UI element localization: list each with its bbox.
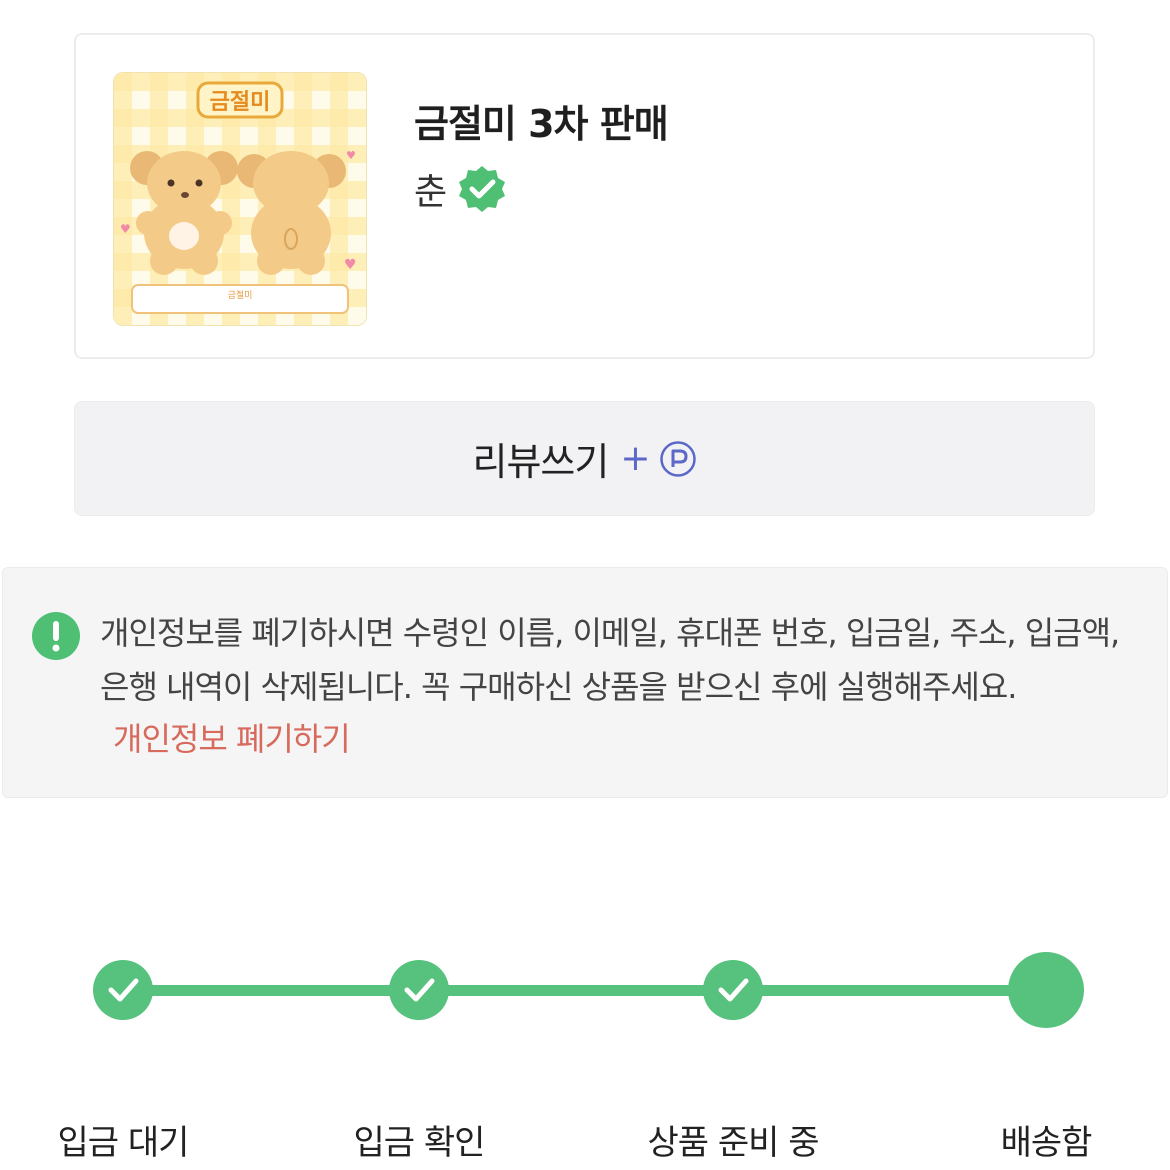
product-title[interactable]: 금절미 3차 판매 (414, 93, 669, 148)
step-label-deposit-confirmed: 입금 확인 (353, 1123, 486, 1163)
step-label-preparing: 상품 준비 중 (647, 1123, 819, 1163)
write-review-button[interactable]: 리뷰쓰기 + (74, 401, 1095, 516)
step-2-check-icon (389, 960, 449, 1020)
seller-name[interactable]: 춘 (414, 163, 447, 215)
alert-icon (32, 612, 80, 660)
privacy-notice: 개인정보를 폐기하시면 수령인 이름, 이메일, 휴대폰 번호, 입금일, 주소… (2, 567, 1168, 798)
svg-text:♥: ♥ (346, 149, 356, 162)
product-thumbnail[interactable]: 금절미 ♥ ♥ ♥ 금절미 (113, 72, 367, 326)
step-1-check-icon (93, 960, 153, 1020)
step-label-shipped: 배송함 (1000, 1123, 1093, 1163)
product-card[interactable]: 금절미 ♥ ♥ ♥ 금절미 금절미 3차 판매 춘 (74, 33, 1095, 359)
product-image: 금절미 ♥ ♥ ♥ 금절미 (114, 73, 366, 325)
thumbnail-caption: 금절미 (228, 289, 253, 301)
plus-label: + (620, 438, 651, 479)
step-label-deposit-waiting: 입금 대기 (57, 1123, 190, 1163)
svg-text:♥: ♥ (120, 222, 131, 236)
progress-track (122, 985, 1047, 996)
step-3-check-icon (703, 960, 763, 1020)
verified-badge-icon (459, 166, 506, 212)
notice-text: 개인정보를 폐기하시면 수령인 이름, 이메일, 휴대폰 번호, 입금일, 주소… (100, 614, 1120, 706)
thumbnail-logo-text: 금절미 (210, 90, 271, 115)
svg-text:♥: ♥ (344, 257, 357, 273)
step-4-current-dot (1008, 952, 1084, 1028)
seller-row[interactable]: 춘 (414, 163, 507, 215)
write-review-label: 리뷰쓰기 (472, 440, 609, 484)
delete-personal-info-link[interactable]: 개인정보 폐기하기 (113, 714, 351, 760)
point-p-icon (659, 440, 696, 477)
